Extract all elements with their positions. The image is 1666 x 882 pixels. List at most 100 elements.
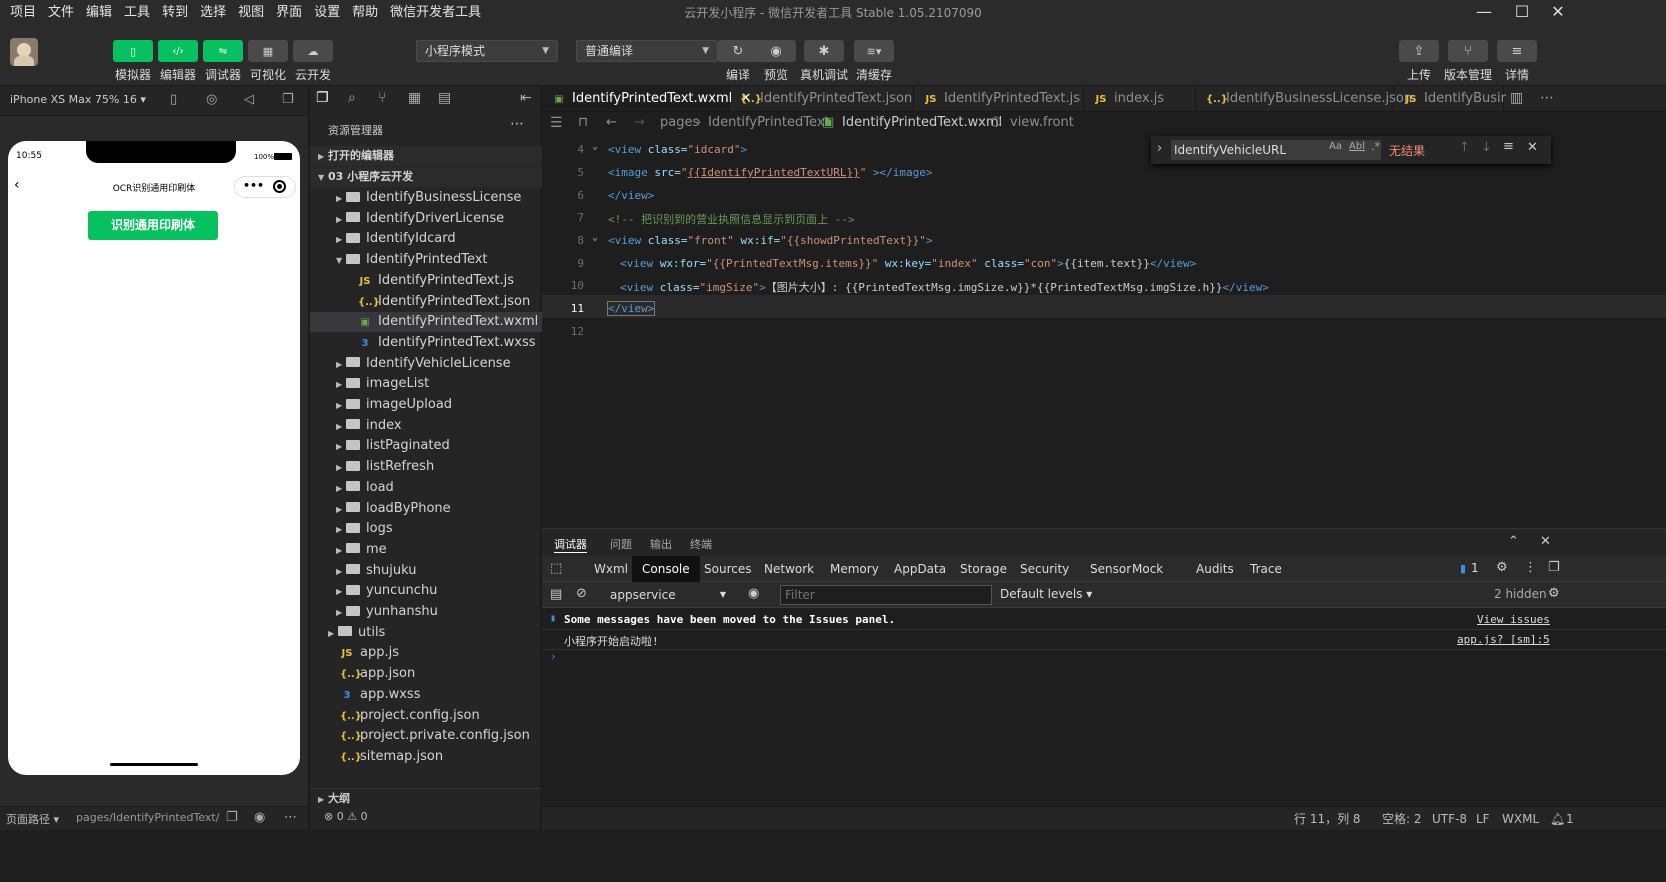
maximize-button[interactable]: ☐ — [1504, 0, 1540, 26]
editor-tab[interactable]: {..}IdentifyPrintedText.json — [730, 86, 914, 111]
fold-icon[interactable]: ⌄ — [592, 141, 598, 152]
project-section[interactable]: ▼ 03 小程序云开发 — [310, 167, 542, 187]
preview-button[interactable]: ◉ — [756, 40, 796, 62]
tree-item[interactable]: ▼ IdentifyPrintedText — [310, 250, 542, 270]
devtools-tab[interactable]: Memory — [820, 556, 889, 582]
menu-item[interactable]: 视图 — [232, 0, 270, 26]
tree-item[interactable]: ▶ listRefresh — [310, 457, 542, 477]
encoding[interactable]: UTF-8 — [1432, 807, 1467, 831]
tree-item[interactable]: ▶ logs — [310, 519, 542, 539]
tree-item[interactable]: JS app.js — [310, 643, 542, 663]
code-editor[interactable]: 4 5 6 7 8 9 10 11 12 ⌄ ⌄ <view class="id… — [542, 134, 1666, 528]
avatar[interactable] — [10, 38, 38, 66]
breadcrumb-item-pages[interactable]: pages — [660, 112, 699, 134]
whole-word-icon[interactable]: Abl — [1349, 141, 1365, 152]
log-levels-select[interactable]: Default levels ▾ — [1000, 587, 1092, 601]
issues-icon[interactable]: ▮ — [1460, 562, 1466, 575]
context-select[interactable]: appservice ▼ — [602, 585, 732, 605]
close-circle-icon[interactable] — [273, 180, 286, 193]
breadcrumb-item-element[interactable]: view.front — [1010, 112, 1074, 134]
clear-cache-button[interactable]: ≋▾ — [854, 40, 894, 62]
tree-item[interactable]: ▶ IdentifyIdcard — [310, 229, 542, 249]
editor-tab[interactable]: JS index.js — [1084, 86, 1196, 111]
devtools-tab[interactable]: Console — [632, 556, 700, 582]
back-arrow-icon[interactable]: ← — [606, 112, 617, 134]
tree-item[interactable]: ▶ imageList — [310, 374, 542, 394]
page-path-select[interactable]: 页面路径 ▾ — [6, 811, 59, 827]
editor-toggle-button[interactable]: ‹/› — [158, 40, 198, 62]
source-link[interactable]: app.js? [sm]:5 — [1457, 633, 1550, 646]
devtools-tab[interactable]: Trace — [1240, 556, 1292, 582]
extensions-icon[interactable]: ▦ — [408, 90, 421, 106]
tree-item[interactable]: ▶ listPaginated — [310, 436, 542, 456]
tree-item[interactable]: ▣ IdentifyPrintedText.wxml — [310, 312, 542, 333]
chevron-up-icon[interactable]: ⌃ — [1508, 534, 1519, 549]
devtools-tab[interactable]: Mock — [1122, 556, 1173, 582]
bookmark-icon[interactable]: ⊓ — [578, 112, 588, 134]
tree-item[interactable]: ▶ IdentifyVehicleLicense — [310, 354, 542, 374]
devtools-tab[interactable]: Storage — [950, 556, 1017, 582]
collapse-panel-icon[interactable]: ⇤ — [520, 90, 532, 106]
tree-item[interactable]: {..}app.json — [310, 664, 542, 684]
tree-item[interactable]: ▶ IdentifyDriverLicense — [310, 209, 542, 229]
visual-button[interactable]: ▦ — [248, 40, 288, 62]
tree-item[interactable]: 3 IdentifyPrintedText.wxss — [310, 333, 542, 353]
debugger-toggle-button[interactable]: ⇋ — [203, 40, 243, 62]
phone-icon[interactable]: ▯ — [170, 92, 177, 107]
remote-debug-button[interactable]: ✱ — [804, 40, 844, 62]
match-case-icon[interactable]: Aa — [1329, 141, 1342, 152]
outline-section[interactable]: ▶ 大纲 — [310, 788, 542, 808]
breadcrumb-item-folder[interactable]: IdentifyPrintedText — [708, 112, 830, 134]
debug-panel-icon[interactable]: ▤ — [438, 90, 451, 106]
gear-icon[interactable]: ⚙ — [1548, 586, 1560, 601]
fold-icon[interactable]: ⌄ — [592, 232, 598, 243]
tree-item[interactable]: {..}project.private.config.json — [310, 726, 542, 746]
editor-tab[interactable]: JS IdentifyPrintedText.js — [914, 86, 1084, 111]
details-button[interactable]: ≡ — [1497, 40, 1537, 62]
eye-icon[interactable]: ◉ — [748, 586, 759, 601]
console-filter-input[interactable] — [780, 585, 992, 605]
version-button[interactable]: ⑂ — [1448, 40, 1488, 62]
tree-item[interactable]: {..}sitemap.json — [310, 747, 542, 767]
inspect-icon[interactable]: ⬚ — [550, 561, 562, 576]
menu-item[interactable]: 项目 — [4, 0, 42, 26]
panel-tab[interactable]: 问题 — [610, 536, 632, 552]
tree-item[interactable]: ▶ yunhanshu — [310, 602, 542, 622]
devtools-tab[interactable]: Wxml — [584, 556, 638, 582]
editor-tab[interactable]: ▣ IdentifyPrintedText.wxml ✕ — [542, 86, 751, 111]
menu-item[interactable]: 设置 — [308, 0, 346, 26]
chevron-right-icon[interactable]: › — [1157, 141, 1162, 156]
next-match-icon[interactable]: ↓ — [1481, 140, 1492, 155]
devtools-tab[interactable]: Audits — [1186, 556, 1244, 582]
cloud-dev-button[interactable]: ☁ — [293, 40, 333, 62]
tree-item[interactable]: ▶ loadByPhone — [310, 499, 542, 519]
simulator-toggle-button[interactable]: ▯ — [113, 40, 153, 62]
bell-icon[interactable]: 🔔︎ — [1550, 807, 1565, 831]
devtools-tab[interactable]: AppData — [884, 556, 956, 582]
language-mode[interactable]: WXML — [1502, 807, 1539, 831]
more-icon[interactable]: ⋯ — [510, 116, 524, 132]
tree-item[interactable]: 3 app.wxss — [310, 685, 542, 705]
split-editor-icon[interactable]: ▥ — [1510, 90, 1523, 106]
forward-arrow-icon[interactable]: → — [634, 112, 645, 134]
menu-item[interactable]: 选择 — [194, 0, 232, 26]
tree-item[interactable]: ▶ yuncunchu — [310, 581, 542, 601]
menu-item[interactable]: 文件 — [42, 0, 80, 26]
console-prompt-icon[interactable]: › — [550, 650, 557, 663]
devtools-tab[interactable]: Security — [1010, 556, 1079, 582]
panel-tab[interactable]: 终端 — [690, 536, 712, 552]
more-icon[interactable]: ⋯ — [1540, 90, 1554, 106]
identify-printed-text-button[interactable]: 识别通用印刷体 — [88, 211, 218, 240]
more-vertical-icon[interactable]: ⋮ — [1524, 560, 1537, 575]
copy-icon[interactable]: ❐ — [226, 810, 238, 825]
tree-item[interactable]: ▶ IdentifyBusinessLicense — [310, 188, 542, 208]
menu-item[interactable]: 编辑 — [80, 0, 118, 26]
close-icon[interactable]: ✕ — [1527, 140, 1538, 155]
search-icon[interactable]: ⌕ — [348, 90, 356, 106]
devtools-tab[interactable]: Network — [754, 556, 824, 582]
tree-item[interactable]: ▶ imageUpload — [310, 395, 542, 415]
device-select[interactable]: iPhone XS Max 75% 16 ▾ — [10, 93, 146, 106]
list-icon[interactable]: ☰ — [550, 112, 563, 134]
tree-item[interactable]: {..}project.config.json — [310, 706, 542, 726]
sound-icon[interactable]: ◁ — [244, 92, 254, 107]
